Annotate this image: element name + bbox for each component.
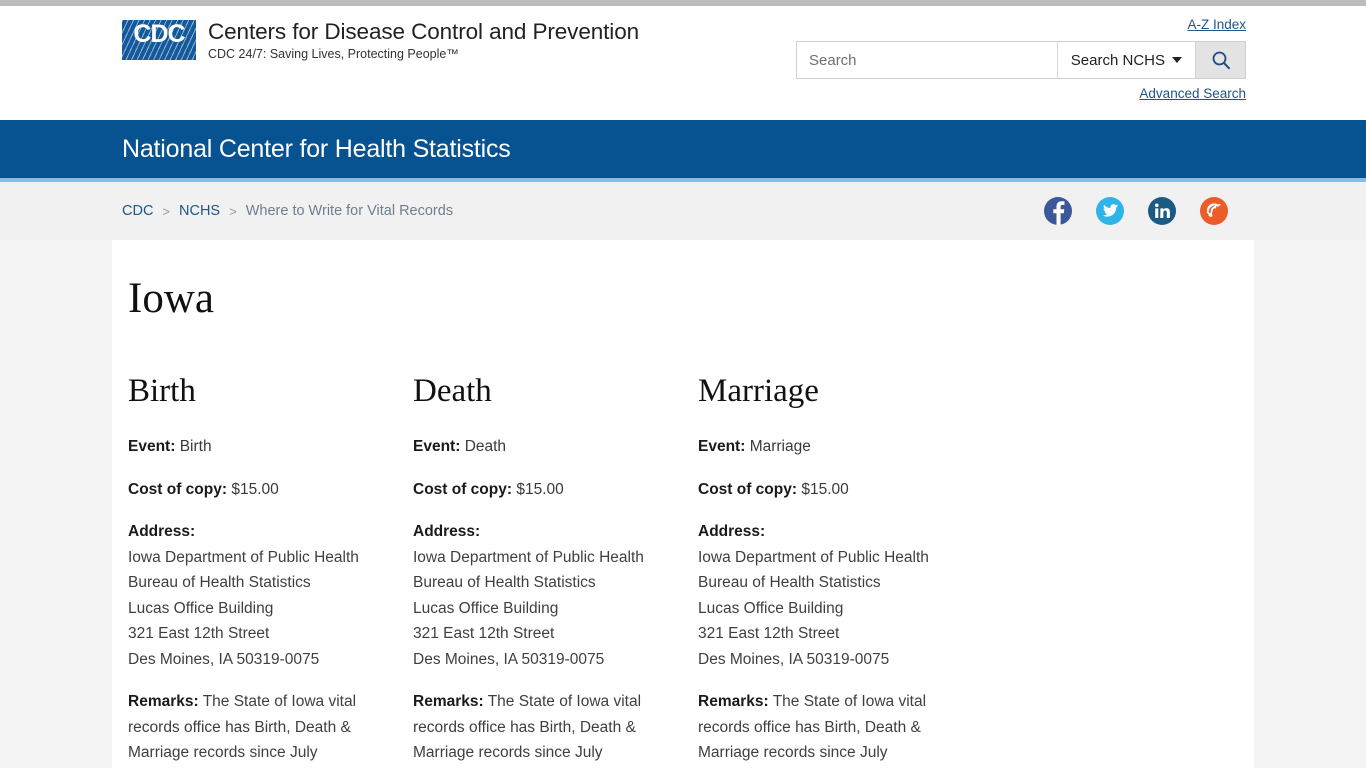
- address-line: Iowa Department of Public Health: [128, 548, 359, 566]
- linkedin-glyph: [1154, 203, 1170, 218]
- record-column-birth: Birth Event: Birth Cost of copy: $15.00 …: [128, 372, 413, 768]
- event-label: Event:: [698, 438, 746, 455]
- event-field: Event: Death: [413, 434, 660, 460]
- cdc-logo-icon[interactable]: CDC: [122, 20, 196, 60]
- header-utility-area: A-Z Index Search NCHS Advanced Search: [796, 16, 1246, 103]
- az-index-link[interactable]: A-Z Index: [1187, 16, 1246, 34]
- twitter-icon[interactable]: [1096, 197, 1124, 225]
- facebook-glyph: [1053, 201, 1065, 225]
- address-label: Address:: [413, 523, 481, 540]
- address-field: Address: Iowa Department of Public Healt…: [128, 519, 375, 672]
- cost-field: Cost of copy: $15.00: [128, 477, 375, 503]
- address-line: Bureau of Health Statistics: [413, 574, 596, 591]
- remarks-field: Remarks: The State of Iowa vital records…: [698, 689, 945, 766]
- search-submit-button[interactable]: [1195, 42, 1245, 78]
- address-line: Lucas Office Building: [128, 599, 274, 617]
- cost-label: Cost of copy:: [128, 480, 228, 498]
- breadcrumb-item-current: Where to Write for Vital Records: [245, 203, 454, 219]
- nchs-banner: National Center for Health Statistics: [0, 120, 1366, 182]
- address-line: Bureau of Health Statistics: [698, 574, 881, 591]
- event-value: Birth: [179, 438, 212, 455]
- event-value: Death: [464, 438, 507, 455]
- search-bar: Search NCHS: [796, 41, 1246, 79]
- record-column-death: Death Event: Death Cost of copy: $15.00 …: [413, 372, 698, 768]
- event-value: Marriage: [749, 438, 811, 455]
- search-input[interactable]: [797, 42, 1057, 78]
- cost-value: $15.00: [801, 480, 849, 498]
- breadcrumb-strip: CDC > NCHS > Where to Write for Vital Re…: [0, 182, 1366, 240]
- remarks-field: Remarks: The State of Iowa vital records…: [413, 689, 660, 766]
- address-field: Address: Iowa Department of Public Healt…: [698, 519, 945, 672]
- address-line: Bureau of Health Statistics: [128, 574, 311, 591]
- remarks-field: Remarks: The State of Iowa vital records…: [128, 689, 375, 766]
- nchs-banner-title[interactable]: National Center for Health Statistics: [120, 135, 511, 164]
- search-scope-dropdown[interactable]: Search NCHS: [1056, 42, 1195, 78]
- remarks-label: Remarks:: [128, 693, 199, 710]
- address-line: 321 East 12th Street: [698, 625, 840, 642]
- record-column-marriage: Marriage Event: Marriage Cost of copy: $…: [698, 372, 983, 768]
- breadcrumb-separator: >: [162, 203, 171, 219]
- cost-field: Cost of copy: $15.00: [698, 477, 945, 503]
- facebook-icon[interactable]: [1044, 197, 1072, 225]
- twitter-glyph: [1102, 204, 1119, 217]
- column-heading: Death: [413, 373, 492, 409]
- address-line: Iowa Department of Public Health: [698, 548, 929, 566]
- breadcrumb-separator: >: [229, 203, 237, 219]
- content-card: Iowa Birth Event: Birth Cost of copy: $1…: [112, 240, 1254, 768]
- address-line: Lucas Office Building: [698, 599, 844, 617]
- linkedin-icon[interactable]: [1148, 197, 1176, 225]
- cost-value: $15.00: [231, 480, 279, 498]
- address-line: Des Moines, IA 50319-0075: [128, 650, 320, 668]
- cost-label: Cost of copy:: [413, 480, 513, 498]
- brand-title: Centers for Disease Control and Preventi…: [208, 19, 640, 44]
- address-field: Address: Iowa Department of Public Healt…: [413, 519, 660, 672]
- address-line: 321 East 12th Street: [413, 625, 555, 642]
- remarks-label: Remarks:: [413, 693, 484, 710]
- cost-label: Cost of copy:: [698, 480, 798, 498]
- breadcrumb-item-nchs[interactable]: NCHS: [179, 203, 220, 219]
- chevron-down-icon: [1172, 57, 1182, 63]
- brand-tagline: CDC 24/7: Saving Lives, Protecting Peopl…: [208, 47, 459, 61]
- cdc-brand[interactable]: CDC Centers for Disease Control and Prev…: [122, 18, 639, 63]
- record-columns: Birth Event: Birth Cost of copy: $15.00 …: [128, 372, 1236, 768]
- cdc-logo-stripes: [122, 20, 196, 60]
- search-icon: [1212, 51, 1230, 70]
- address-label: Address:: [698, 523, 766, 540]
- address-line: 321 East 12th Street: [128, 625, 270, 642]
- address-label: Address:: [128, 523, 196, 540]
- remarks-label: Remarks:: [698, 693, 769, 710]
- column-heading: Marriage: [698, 373, 819, 409]
- address-line: Iowa Department of Public Health: [413, 548, 644, 566]
- event-label: Event:: [128, 438, 176, 455]
- page-title: Iowa: [128, 275, 214, 322]
- breadcrumb: CDC > NCHS > Where to Write for Vital Re…: [122, 203, 453, 219]
- event-label: Event:: [413, 438, 461, 455]
- cost-value: $15.00: [516, 480, 564, 498]
- syndicate-icon[interactable]: [1200, 197, 1228, 225]
- column-heading: Birth: [128, 373, 196, 409]
- social-share-row: [1044, 197, 1246, 225]
- advanced-search-link[interactable]: Advanced Search: [1139, 85, 1246, 103]
- breadcrumb-item-cdc[interactable]: CDC: [122, 203, 153, 219]
- cost-field: Cost of copy: $15.00: [413, 477, 660, 503]
- event-field: Event: Birth: [128, 434, 375, 460]
- site-header: CDC Centers for Disease Control and Prev…: [0, 6, 1366, 120]
- search-scope-label: Search NCHS: [1070, 51, 1165, 69]
- address-line: Des Moines, IA 50319-0075: [413, 650, 605, 668]
- event-field: Event: Marriage: [698, 434, 945, 460]
- syndicate-glyph: [1206, 203, 1221, 217]
- address-line: Des Moines, IA 50319-0075: [698, 650, 890, 668]
- address-line: Lucas Office Building: [413, 599, 559, 617]
